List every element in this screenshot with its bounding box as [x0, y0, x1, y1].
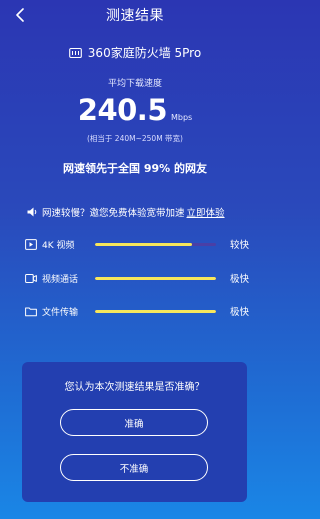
rank-text: 网速领先于全国 99% 的网友: [63, 162, 207, 175]
feedback-question: 您认为本次测速结果是否准确？: [64, 382, 205, 393]
metric-bar: [95, 309, 216, 313]
feedback-card: 您认为本次测速结果是否准确？ 准确 不准确: [22, 362, 247, 502]
metric-bar: [95, 242, 216, 246]
metric-grade: 极快: [229, 274, 249, 285]
page-title: 测速结果: [106, 8, 164, 24]
video-play-icon: [25, 238, 37, 250]
device-row: 360家庭防火墙 5Pro: [0, 44, 270, 61]
metric-label: 文件传输: [42, 307, 79, 318]
promo-text: 网速较慢？邀您免费体验宽带加速: [42, 208, 185, 219]
metric-grade: 极快: [229, 307, 249, 318]
metric-file-transfer: 文件传输 极快: [25, 304, 249, 318]
accurate-button[interactable]: 准确: [60, 409, 208, 436]
bandwidth-equivalent: (相当于 240M~250M 带宽): [87, 134, 183, 143]
speed-readout: 240.5 Mbps: [0, 93, 270, 127]
speed-caption: 平均下载速度: [107, 79, 162, 89]
metric-label: 视频通话: [42, 274, 79, 285]
folder-icon: [25, 307, 37, 316]
metric-grade: 较快: [229, 240, 249, 251]
speed-value: 240.5: [77, 93, 168, 127]
device-name: 360家庭防火墙 5Pro: [87, 46, 202, 60]
metric-4k-video: 4K 视频 较快: [25, 237, 249, 251]
back-button[interactable]: [10, 4, 30, 26]
speaker-icon: [27, 207, 37, 217]
metric-video-call: 视频通话 极快: [25, 271, 249, 285]
metric-bar-fill: [95, 276, 216, 280]
metric-bar: [95, 276, 216, 280]
chevron-left-icon: [16, 8, 24, 22]
metric-label: 4K 视频: [42, 240, 75, 251]
top-bar: 测速结果: [0, 0, 270, 30]
try-now-link[interactable]: 立即体验: [187, 205, 225, 219]
router-icon: [68, 47, 82, 58]
metric-bar-fill: [95, 309, 216, 313]
video-call-icon: [25, 273, 37, 283]
inaccurate-button[interactable]: 不准确: [60, 454, 208, 481]
metric-bar-fill: [95, 242, 192, 246]
speed-unit: Mbps: [171, 113, 193, 122]
promo-row: 网速较慢？邀您免费体验宽带加速 立即体验: [27, 205, 225, 219]
